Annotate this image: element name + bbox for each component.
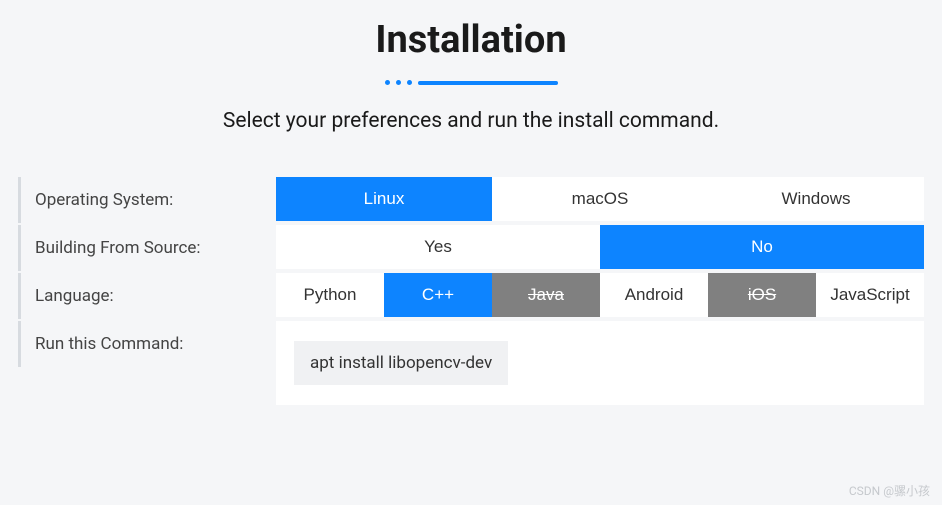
divider-dot [407,80,412,85]
watermark: CSDN @骡小孩 [849,482,930,499]
install-command: apt install libopencv-dev [294,341,508,385]
option-build-yes[interactable]: Yes [276,225,600,269]
row-build: Yes No [276,225,924,269]
label-build: Building From Source: [18,225,238,271]
label-os: Operating System: [18,177,238,223]
label-cmd: Run this Command: [18,321,238,367]
page-title: Installation [18,18,924,62]
row-os: Linux macOS Windows [276,177,924,221]
option-lang-android[interactable]: Android [600,273,708,317]
option-lang-ios: iOS [708,273,816,317]
option-lang-python[interactable]: Python [276,273,384,317]
option-lang-javascript[interactable]: JavaScript [816,273,924,317]
title-divider [18,80,924,85]
option-lang-cpp[interactable]: C++ [384,273,492,317]
options-column: Linux macOS Windows Yes No Python C++ Ja… [276,177,924,405]
option-os-macos[interactable]: macOS [492,177,708,221]
option-os-windows[interactable]: Windows [708,177,924,221]
divider-dot [385,80,390,85]
option-build-no[interactable]: No [600,225,924,269]
option-lang-java: Java [492,273,600,317]
option-os-linux[interactable]: Linux [276,177,492,221]
label-lang: Language: [18,273,238,319]
divider-dot [396,80,401,85]
row-lang: Python C++ Java Android iOS JavaScript [276,273,924,317]
labels-column: Operating System: Building From Source: … [18,177,238,405]
subtitle: Select your preferences and run the inst… [18,109,924,133]
command-box: apt install libopencv-dev [276,321,924,405]
divider-bar [418,81,558,85]
